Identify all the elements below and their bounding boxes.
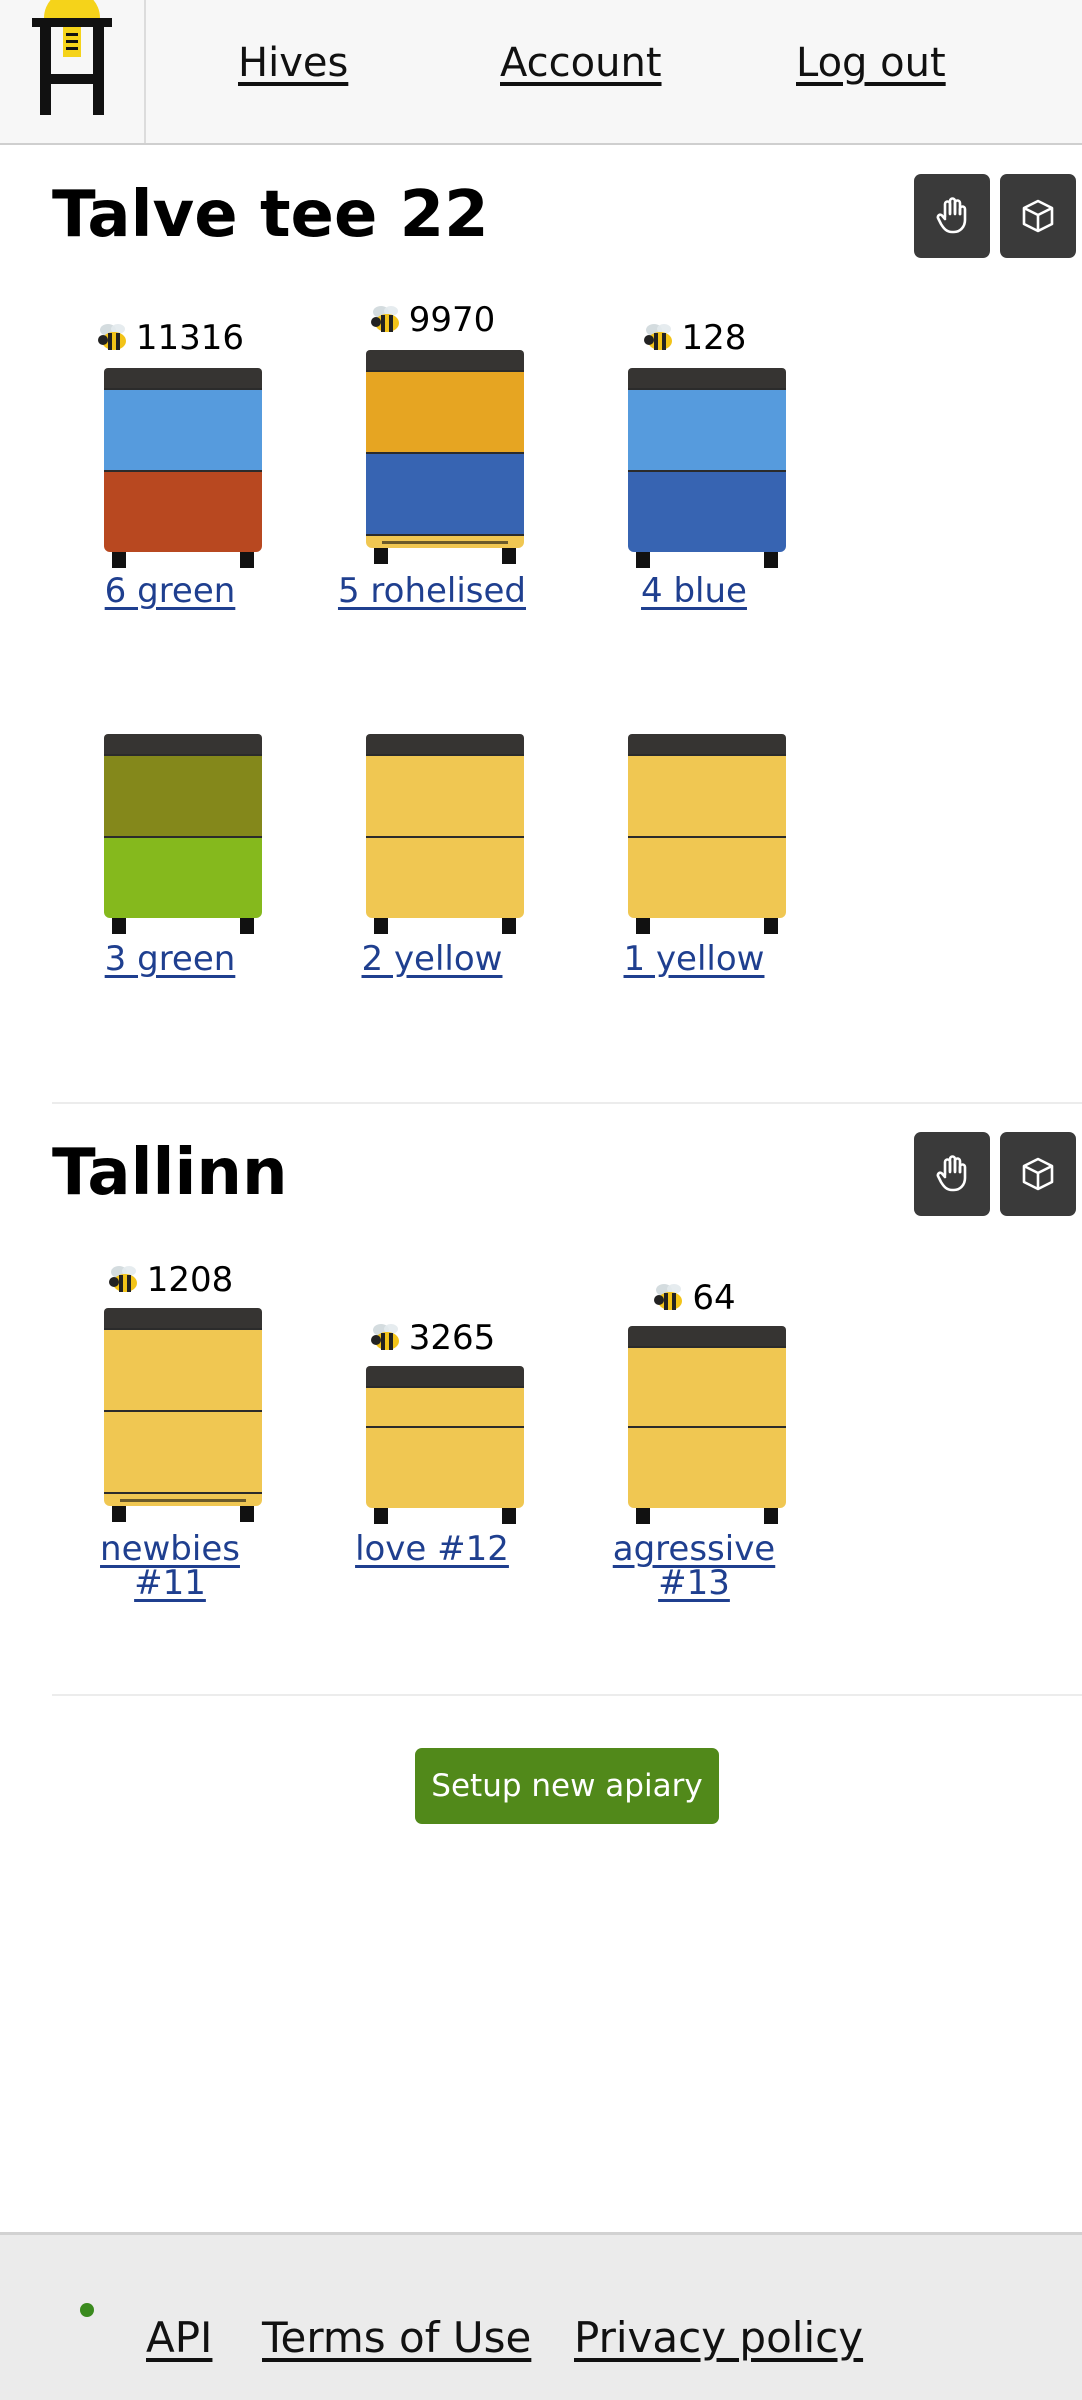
hive-link[interactable]: 5 rohelised: [332, 574, 532, 608]
footer-api-link[interactable]: API: [146, 2313, 212, 2362]
hand-icon: [936, 197, 967, 234]
footer-terms-link[interactable]: Terms of Use: [262, 2313, 531, 2362]
status-dot-icon: [80, 2303, 94, 2317]
bee-icon: [369, 303, 405, 344]
bee-count-value: 3265: [408, 1318, 496, 1358]
logo-link[interactable]: [0, 0, 146, 143]
bee-icon: [96, 321, 132, 362]
hive-link[interactable]: love #12: [332, 1532, 532, 1566]
hive-graphic: [628, 734, 786, 934]
footer-privacy-link[interactable]: Privacy policy: [574, 2313, 863, 2362]
nav-account-link[interactable]: Account: [500, 40, 662, 86]
bee-icon: [107, 1263, 143, 1304]
bee-count-value: 128: [681, 318, 747, 358]
bee-count: 11316: [80, 318, 260, 362]
bee-icon: [369, 1321, 405, 1362]
nav-hives-link[interactable]: Hives: [238, 40, 348, 86]
cube-icon: [1022, 199, 1054, 233]
hive-graphic: [366, 350, 524, 564]
hand-icon: [936, 1155, 967, 1192]
hive-graphic: [366, 1366, 524, 1524]
hive-link[interactable]: 6 green: [70, 574, 270, 608]
hive-graphic: [628, 368, 786, 568]
hive-link[interactable]: 4 blue: [594, 574, 794, 608]
move-hives-button[interactable]: [914, 174, 990, 258]
hive-link[interactable]: 2 yellow: [332, 942, 532, 976]
hive-link[interactable]: newbies #11: [70, 1532, 270, 1600]
bee-count-value: 9970: [408, 300, 496, 340]
nav-logout-link[interactable]: Log out: [796, 40, 946, 86]
view-3d-button[interactable]: [1000, 174, 1076, 258]
bee-icon: [652, 1281, 688, 1322]
hive-graphic: [628, 1326, 786, 1524]
hive-graphic: [104, 1308, 262, 1522]
section-divider: [52, 1694, 1082, 1696]
bee-count: 3265: [342, 1318, 522, 1362]
move-hives-button[interactable]: [914, 1132, 990, 1216]
hive-link[interactable]: agressive #13: [594, 1532, 794, 1600]
section-divider: [52, 1102, 1082, 1104]
hive-logo-icon: [32, 0, 112, 115]
bee-icon: [642, 321, 678, 362]
apiary-title[interactable]: Talve tee 22: [52, 178, 489, 252]
bee-count-value: 1208: [146, 1260, 234, 1300]
hive-graphic: [104, 734, 262, 934]
view-3d-button[interactable]: [1000, 1132, 1076, 1216]
hive-graphic: [104, 368, 262, 568]
bee-count: 1208: [80, 1260, 260, 1304]
apiary-title[interactable]: Tallinn: [52, 1136, 288, 1210]
bee-count: 128: [604, 318, 784, 362]
cube-icon: [1022, 1157, 1054, 1191]
hive-link[interactable]: 3 green: [70, 942, 270, 976]
setup-new-apiary-button[interactable]: Setup new apiary: [415, 1748, 719, 1824]
bee-count-value: 64: [692, 1278, 736, 1318]
bee-count: 64: [604, 1278, 784, 1322]
hive-link[interactable]: 1 yellow: [594, 942, 794, 976]
footer: API Terms of Use Privacy policy: [0, 2232, 1082, 2400]
top-navigation: Hives Account Log out: [0, 0, 1082, 145]
hive-graphic: [366, 734, 524, 934]
bee-count-value: 11316: [135, 318, 245, 358]
bee-count: 9970: [342, 300, 522, 344]
